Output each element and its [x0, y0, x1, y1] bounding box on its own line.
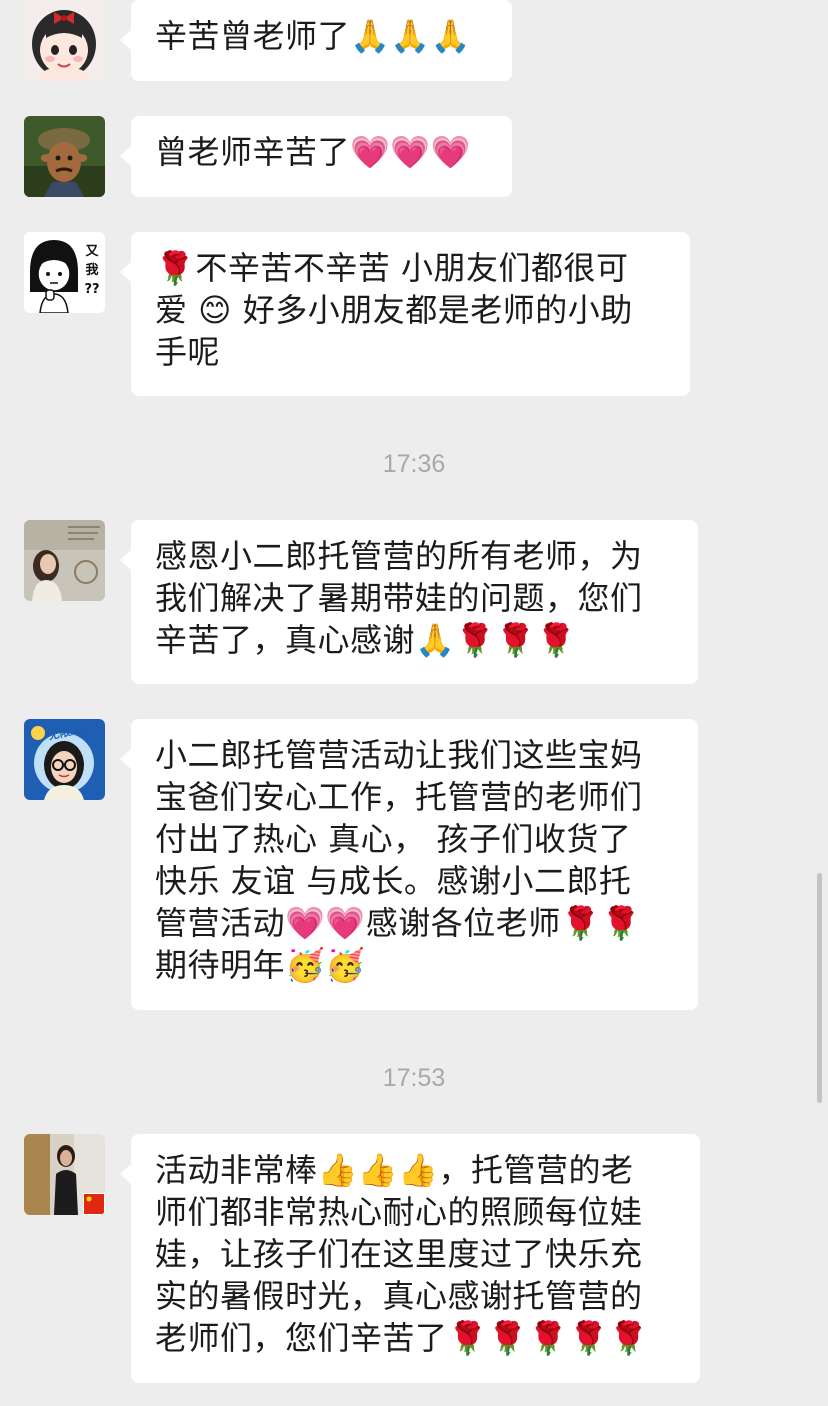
girl-photo-avatar[interactable] — [24, 520, 105, 601]
message-bubble[interactable]: 小二郎托管营活动让我们这些宝妈 宝爸们安心工作，托管营的老师们 付出了热心 真心… — [120, 719, 698, 1010]
message-bubble[interactable]: 活动非常棒👍👍👍，托管营的老 师们都非常热心耐心的照顾每位娃 娃，让孩子们在这里… — [120, 1134, 700, 1383]
message-bubble[interactable]: 曾老师辛苦了💗💗💗 — [120, 116, 512, 197]
message-bubble[interactable]: 辛苦曾老师了🙏🙏🙏 — [120, 0, 512, 81]
message-text: 🌹不辛苦不辛苦 小朋友们都很可 爱 😊 好多小朋友都是老师的小助 手呢 — [155, 249, 633, 371]
message-text: 感恩小二郎托管营的所有老师，为 我们解决了暑期带娃的问题，您们 辛苦了，真心感谢… — [155, 537, 643, 659]
message-text: 曾老师辛苦了💗💗💗 — [155, 133, 472, 171]
girl-avatar[interactable] — [24, 0, 105, 81]
message-bubble[interactable]: 感恩小二郎托管营的所有老师，为 我们解决了暑期带娃的问题，您们 辛苦了，真心感谢… — [120, 520, 698, 684]
message-bubble[interactable]: 🌹不辛苦不辛苦 小朋友们都很可 爱 😊 好多小朋友都是老师的小助 手呢 — [120, 232, 690, 396]
comic-girl-avatar[interactable]: 又 我 ?? — [24, 232, 105, 313]
woman-photo-avatar[interactable] — [24, 1134, 105, 1215]
timestamp: 17:36 — [382, 450, 446, 478]
message-text: 辛苦曾老师了🙏🙏🙏 — [155, 17, 472, 55]
timestamp: 17:53 — [382, 1064, 446, 1092]
message-text: 活动非常棒👍👍👍，托管营的老 师们都非常热心耐心的照顾每位娃 娃，让孩子们在这里… — [155, 1151, 650, 1357]
message-text: 小二郎托管营活动让我们这些宝妈 宝爸们安心工作，托管营的老师们 付出了热心 真心… — [155, 736, 643, 984]
woman-glasses-avatar[interactable]: 无限进步 — [24, 719, 105, 800]
scrollbar[interactable] — [817, 873, 822, 1103]
comic-avatar-text: 又 我 ?? — [84, 244, 100, 297]
cartoon-man-avatar[interactable] — [24, 116, 105, 197]
